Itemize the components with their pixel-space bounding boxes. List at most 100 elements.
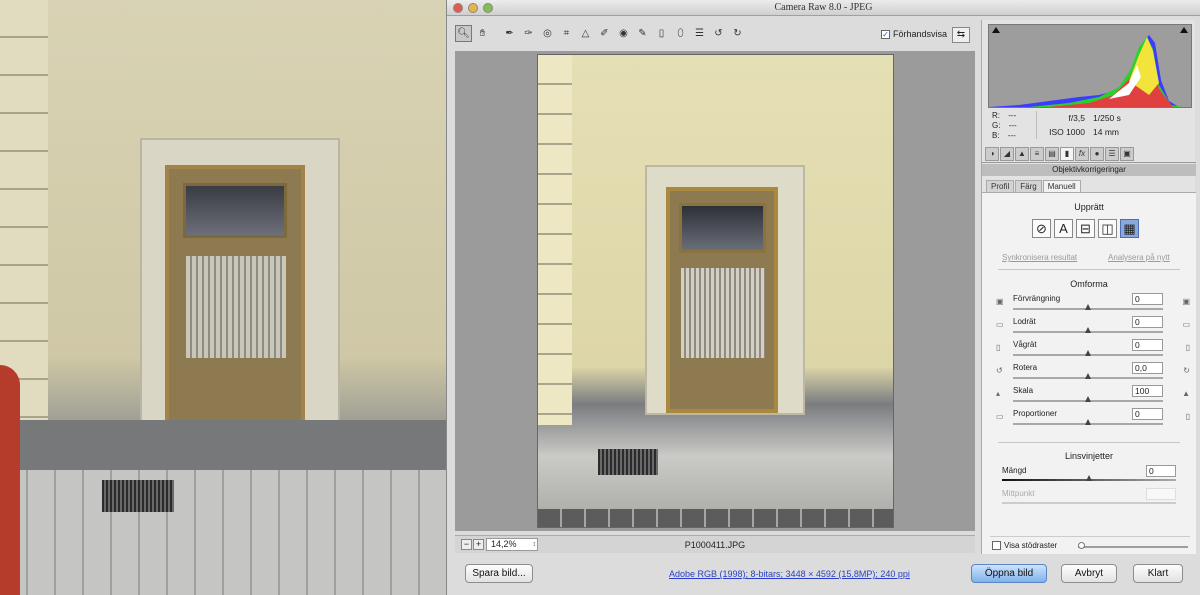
slider-track[interactable]: [1013, 419, 1163, 425]
hsl-icon[interactable]: ≡: [1030, 147, 1044, 161]
split-toning-icon[interactable]: ▤: [1045, 147, 1059, 161]
basic-icon[interactable]: ◑: [985, 147, 999, 161]
distortion-icon: ▣: [1182, 297, 1190, 306]
rotate-cw-icon[interactable]: ↻: [729, 25, 746, 42]
snapshots-icon[interactable]: ▣: [1120, 147, 1134, 161]
preview-checkbox[interactable]: ✓: [881, 29, 890, 39]
preview-curtain: [681, 268, 765, 358]
bottom-bar: Spara bild... Adobe RGB (1998); 8-bitars…: [447, 556, 1200, 595]
hand-icon[interactable]: ✋︎: [474, 25, 491, 42]
vertical-icon: ▭: [1182, 320, 1190, 329]
save-image-button[interactable]: Spara bild...: [465, 564, 533, 583]
g-value: ---: [1008, 121, 1017, 130]
graduated-filter-icon[interactable]: ▯: [653, 25, 670, 42]
camera-info: f/3,5 1/250 s ISO 1000 14 mm: [1036, 111, 1186, 139]
file-name: P1000411.JPG: [684, 540, 746, 550]
g-label: G:: [992, 121, 1001, 130]
open-image-button[interactable]: Öppna bild: [971, 564, 1047, 583]
adjustment-brush-icon[interactable]: ✎: [634, 25, 651, 42]
background-photo: [0, 0, 446, 595]
spot-removal-icon[interactable]: ✐: [596, 25, 613, 42]
image-preview-area[interactable]: [455, 51, 975, 531]
slider-track[interactable]: [1013, 396, 1163, 402]
slider-thumb[interactable]: [1085, 396, 1091, 402]
slider-midpoint: Mittpunkt: [982, 488, 1196, 510]
slider-value-input[interactable]: 0: [1132, 339, 1163, 351]
preview-curb: [538, 509, 893, 527]
preview-grate: [598, 449, 658, 475]
detail-icon[interactable]: ▲: [1015, 147, 1029, 161]
shadow-clipping-icon[interactable]: [992, 27, 1000, 33]
tone-curve-icon[interactable]: ◢: [1000, 147, 1014, 161]
slider-value-input[interactable]: 0,0: [1132, 362, 1163, 374]
slider-value-input[interactable]: 100: [1132, 385, 1163, 397]
window-controls: [453, 3, 493, 13]
slider-thumb[interactable]: [1085, 304, 1091, 310]
preview-label: Förhandsvisa: [893, 29, 948, 39]
slider-track[interactable]: [1013, 304, 1163, 310]
upright-buttons: ⊘ A ⊟ ◫ ▦: [1032, 219, 1139, 238]
reanalyze-link[interactable]: Analysera på nytt: [1108, 253, 1170, 262]
show-grid-label: Visa stödraster: [1004, 541, 1058, 550]
grid-size-thumb[interactable]: [1078, 542, 1085, 549]
slider-track[interactable]: [1013, 350, 1163, 356]
manual-tab-content: Upprätt ⊘ A ⊟ ◫ ▦ Synkronisera resultat …: [982, 192, 1196, 554]
amount-thumb[interactable]: [1086, 475, 1092, 481]
slider-label: Rotera: [1013, 363, 1038, 372]
preferences-icon[interactable]: ☰: [691, 25, 708, 42]
amount-track[interactable]: [1002, 475, 1176, 481]
histogram: [988, 24, 1192, 108]
slider-track[interactable]: [1013, 327, 1163, 333]
minimize-window-button[interactable]: [468, 3, 478, 13]
tab-farg[interactable]: Färg: [1015, 180, 1042, 192]
photo-red-figure: [0, 365, 20, 595]
radial-filter-icon[interactable]: ⬯: [672, 25, 689, 42]
cancel-button[interactable]: Avbryt: [1061, 564, 1117, 583]
sync-results-link[interactable]: Synkronisera resultat: [1002, 253, 1077, 262]
grid-size-track[interactable]: [1078, 546, 1188, 548]
title-bar: Camera Raw 8.0 - JPEG: [447, 0, 1200, 16]
photo-grate: [102, 480, 174, 512]
upright-full-icon[interactable]: ▦: [1120, 219, 1139, 238]
workflow-options-link[interactable]: Adobe RGB (1998); 8-bitars; 3448 × 4592 …: [669, 569, 910, 579]
crop-icon[interactable]: ⌗: [558, 25, 575, 42]
camera-calibration-icon[interactable]: ●: [1090, 147, 1104, 161]
slider-track[interactable]: [1013, 373, 1163, 379]
effects-icon[interactable]: fx: [1075, 147, 1089, 161]
targeted-adjust-icon[interactable]: ◎: [539, 25, 556, 42]
upright-vertical-icon[interactable]: ◫: [1098, 219, 1117, 238]
presets-icon[interactable]: ☰: [1105, 147, 1119, 161]
horizontal-icon: ▯: [1185, 343, 1190, 352]
done-button[interactable]: Klart: [1133, 564, 1183, 583]
slider-value-input[interactable]: 0: [1132, 316, 1163, 328]
midpoint-label: Mittpunkt: [1002, 489, 1035, 498]
camera-raw-window: Camera Raw 8.0 - JPEG 🔍︎ ✋︎ ✒ ✑ ◎ ⌗ △ ✐ …: [446, 0, 1200, 595]
slider-thumb[interactable]: [1085, 419, 1091, 425]
preview-toggle[interactable]: ✓ Förhandsvisa: [881, 29, 947, 39]
close-window-button[interactable]: [453, 3, 463, 13]
fullscreen-icon[interactable]: ⇆: [952, 27, 970, 43]
red-eye-icon[interactable]: ◉: [615, 25, 632, 42]
zoom-window-button[interactable]: [483, 3, 493, 13]
show-grid-checkbox[interactable]: [992, 541, 1001, 550]
slider-value-input[interactable]: 0: [1132, 293, 1163, 305]
highlight-clipping-icon[interactable]: [1180, 27, 1188, 33]
slider-thumb[interactable]: [1085, 350, 1091, 356]
tab-manuell[interactable]: Manuell: [1042, 180, 1081, 192]
straighten-icon[interactable]: △: [577, 25, 594, 42]
rotate-ccw-icon[interactable]: ↺: [710, 25, 727, 42]
tab-profil[interactable]: Profil: [986, 180, 1015, 192]
white-balance-icon[interactable]: ✒: [501, 25, 518, 42]
upright-off-icon[interactable]: ⊘: [1032, 219, 1051, 238]
preview-image[interactable]: [537, 54, 894, 528]
slider-thumb[interactable]: [1085, 373, 1091, 379]
amount-value-input[interactable]: 0: [1146, 465, 1176, 477]
scale-large-icon: ▲: [1182, 389, 1190, 398]
lens-corrections-icon[interactable]: ▮: [1060, 147, 1074, 161]
slider-value-input[interactable]: 0: [1132, 408, 1163, 420]
zoom-icon[interactable]: 🔍︎: [455, 25, 472, 42]
slider-thumb[interactable]: [1085, 327, 1091, 333]
upright-level-icon[interactable]: ⊟: [1076, 219, 1095, 238]
color-sampler-icon[interactable]: ✑: [520, 25, 537, 42]
upright-auto-icon[interactable]: A: [1054, 219, 1073, 238]
